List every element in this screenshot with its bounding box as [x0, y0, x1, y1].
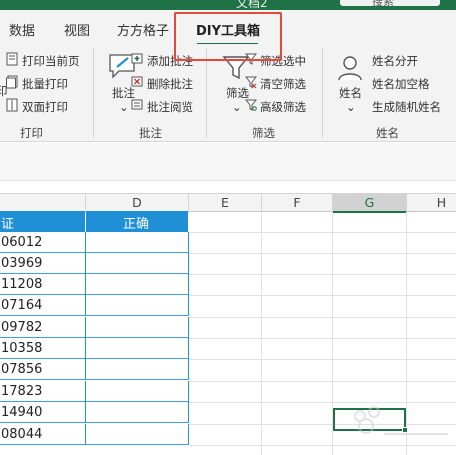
- table-header-correct: 正确: [123, 217, 150, 232]
- table-cell[interactable]: 09782: [0, 317, 86, 338]
- table-cell[interactable]: 08044: [0, 424, 86, 445]
- table-cell[interactable]: [86, 232, 189, 253]
- comment-group-label: 批注: [139, 126, 162, 140]
- group-divider: [322, 48, 323, 138]
- column-header-g[interactable]: G: [333, 194, 407, 213]
- table-cell[interactable]: 03969: [0, 253, 86, 274]
- watermark-logo: [354, 406, 448, 435]
- batch-print-button[interactable]: 批量打印: [22, 76, 68, 92]
- table-cell[interactable]: 07164: [0, 295, 86, 316]
- gridline: [189, 232, 456, 233]
- table-cell[interactable]: 06012: [0, 232, 86, 253]
- name-add-space-button[interactable]: 姓名加空格: [372, 76, 430, 92]
- clear-filter-icon: [245, 76, 257, 89]
- gridline: [261, 212, 262, 455]
- tab-diy-toolbox[interactable]: DIY工具箱: [196, 20, 260, 39]
- group-divider: [206, 48, 207, 138]
- table-cell[interactable]: [86, 295, 189, 316]
- tab-data[interactable]: 数据: [9, 20, 35, 39]
- gridline: [189, 295, 456, 296]
- formula-bar-area: [0, 143, 456, 181]
- table-cell[interactable]: [86, 338, 189, 359]
- table-cell[interactable]: [86, 424, 189, 445]
- delete-comment-icon: [131, 76, 143, 87]
- table-cell[interactable]: [86, 381, 189, 402]
- filter-selected-icon: [245, 53, 257, 65]
- tab-view[interactable]: 视图: [64, 20, 90, 39]
- column-header-h[interactable]: H: [407, 194, 456, 213]
- search-placeholder: 搜索: [372, 0, 394, 8]
- gridline: [189, 253, 456, 254]
- table-header-id: 证: [1, 217, 15, 232]
- print-group-label: 打印: [20, 126, 43, 140]
- table-cell[interactable]: 11208: [0, 274, 86, 295]
- table-cell[interactable]: 07856: [0, 359, 86, 380]
- table-cell[interactable]: 17823: [0, 381, 86, 402]
- column-header-f[interactable]: F: [262, 194, 333, 213]
- name-group-label: 姓名: [376, 126, 399, 140]
- filter-selected-button[interactable]: 筛选选中: [260, 53, 306, 69]
- table-cell[interactable]: 10358: [0, 338, 86, 359]
- window-title: 文档2: [236, 0, 268, 10]
- chevron-down-icon[interactable]: ⌄: [346, 100, 356, 114]
- duplex-print-button[interactable]: 双面打印: [22, 99, 68, 115]
- duplex-print-icon: [6, 98, 18, 112]
- advanced-filter-icon: [245, 99, 257, 111]
- ribbon-tabs: 数据 视图 方方格子 DIY工具箱: [0, 10, 456, 46]
- table-cell[interactable]: [86, 359, 189, 380]
- table-cell[interactable]: [86, 402, 189, 423]
- advanced-filter-button[interactable]: 高级筛选: [260, 99, 306, 115]
- title-bar: 文档2 搜索: [0, 0, 456, 10]
- gridline: [189, 317, 456, 318]
- add-comment-icon: [131, 53, 143, 64]
- tab-fangfanggezi[interactable]: 方方格子: [117, 20, 169, 39]
- table-cell[interactable]: [86, 253, 189, 274]
- print-current-page-button[interactable]: 打印当前页: [22, 53, 80, 69]
- random-name-button[interactable]: 生成随机姓名: [372, 99, 441, 115]
- add-comment-button[interactable]: 添加批注: [147, 53, 193, 69]
- gridline: [189, 359, 456, 360]
- table-cell[interactable]: [86, 274, 189, 295]
- table-cell[interactable]: 14940: [0, 402, 86, 423]
- chevron-down-icon[interactable]: ⌄: [232, 100, 242, 114]
- review-comments-icon: [131, 99, 143, 110]
- person-icon: [338, 56, 362, 81]
- table-cell[interactable]: [86, 317, 189, 338]
- print-current-page-icon: [6, 52, 18, 66]
- review-comments-button[interactable]: 批注阅览: [147, 99, 193, 115]
- clear-filter-button[interactable]: 清空筛选: [260, 76, 306, 92]
- batch-print-icon: [6, 75, 18, 89]
- gridline: [189, 338, 456, 339]
- group-divider: [93, 48, 94, 138]
- column-header-row: D E F G H: [0, 193, 456, 213]
- filter-group-label: 筛选: [252, 126, 275, 140]
- chevron-down-icon[interactable]: ⌄: [119, 100, 129, 114]
- gridline: [189, 381, 456, 382]
- gridline: [189, 274, 456, 275]
- column-header-e[interactable]: E: [189, 194, 262, 213]
- name-big-button[interactable]: 姓名: [339, 85, 362, 101]
- delete-comment-button[interactable]: 删除批注: [147, 76, 193, 92]
- split-name-button[interactable]: 姓名分开: [372, 53, 418, 69]
